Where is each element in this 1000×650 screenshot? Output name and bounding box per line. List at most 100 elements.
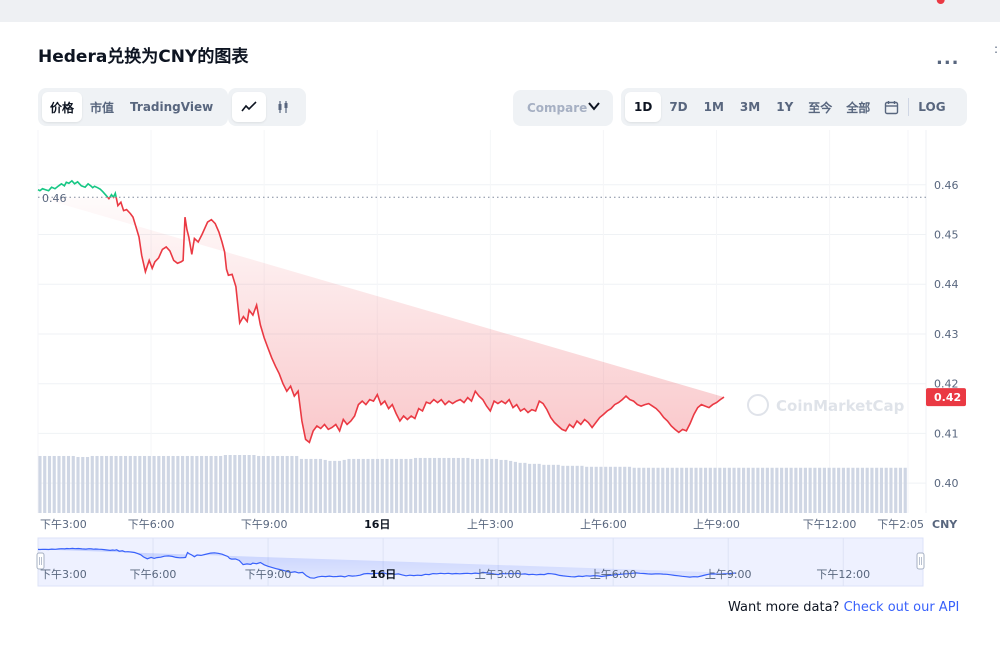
volume-bar xyxy=(575,465,579,513)
volume-bar xyxy=(447,457,451,513)
current-price-label: 0.42 xyxy=(934,391,961,404)
volume-bar xyxy=(413,457,418,513)
volume-bar xyxy=(157,455,161,513)
y-tick-label: 0.40 xyxy=(934,477,959,490)
volume-bar xyxy=(114,455,118,513)
volume-bar xyxy=(123,455,128,513)
volume-bar xyxy=(618,466,622,513)
volume-bar xyxy=(219,455,223,513)
volume-bar xyxy=(371,458,375,513)
volume-bar xyxy=(528,463,532,513)
api-link[interactable]: Check out our API xyxy=(844,600,960,615)
volume-bar xyxy=(257,455,261,513)
volume-bar xyxy=(865,467,869,513)
volume-bar xyxy=(271,455,275,513)
volume-bar xyxy=(860,467,865,513)
volume-bar xyxy=(309,458,313,513)
volume-bar xyxy=(347,458,351,513)
volume-bar xyxy=(594,466,598,513)
volume-bar xyxy=(756,467,760,513)
volume-bar xyxy=(780,467,784,513)
volume-bar xyxy=(684,467,689,513)
volume-bar xyxy=(632,467,636,513)
volume-bar xyxy=(295,455,299,513)
volume-bar xyxy=(128,455,132,513)
volume-bar xyxy=(361,458,365,513)
navigator-tick-label: 16日 xyxy=(370,568,396,581)
y-tick-label: 0.43 xyxy=(934,328,959,341)
navigator-tick-label: 上午6:00 xyxy=(590,568,637,581)
volume-bar xyxy=(356,458,361,513)
volume-bar xyxy=(47,455,52,513)
navigator-tick-label: 上午3:00 xyxy=(475,568,522,581)
navigator[interactable]: 下午3:00 下午6:00 下午9:00 16日 上午3:00 上午6:00 上午9:00 下… xyxy=(36,537,925,587)
volume-bar xyxy=(76,456,80,513)
volume-bar xyxy=(822,467,826,513)
volume-bar xyxy=(394,458,399,513)
volume-bar xyxy=(580,465,584,513)
volume-bar xyxy=(722,467,727,513)
footer-text: Want more data? xyxy=(728,600,840,615)
volume-bar xyxy=(432,457,437,513)
volume-bar xyxy=(490,458,494,513)
x-tick-label: 下午12:00 xyxy=(803,518,857,531)
volume-bar xyxy=(870,467,874,513)
x-tick-label: 上午9:00 xyxy=(693,518,740,531)
volume-bar xyxy=(81,456,85,513)
x-tick-label: 下午9:00 xyxy=(241,518,288,531)
volume-bar xyxy=(71,455,75,513)
volume-bar xyxy=(875,467,879,513)
watermark-text: CoinMarketCap xyxy=(776,397,905,415)
volume-bar xyxy=(209,455,213,513)
volume-bar xyxy=(794,467,798,513)
navigator-handle-left[interactable] xyxy=(36,552,45,570)
volume-bar xyxy=(761,467,765,513)
volume-bar xyxy=(694,467,698,513)
navigator-tick-label: 下午12:00 xyxy=(816,568,870,581)
volume-bar xyxy=(342,459,346,513)
x-tick-label: 16日 xyxy=(364,518,390,531)
volume-bar xyxy=(656,467,660,513)
volume-bar xyxy=(799,467,803,513)
volume-bar xyxy=(856,467,860,513)
volume-bar xyxy=(43,455,47,513)
volume-bar xyxy=(242,455,246,513)
price-chart[interactable]: 0.400.410.420.430.440.450.460.460.42 下午3… xyxy=(0,0,1000,650)
volume-bar xyxy=(851,467,855,513)
volume-bar xyxy=(613,466,617,513)
volume-bar xyxy=(599,466,603,513)
volume-bar xyxy=(903,467,907,513)
volume-bar xyxy=(238,455,242,513)
volume-bar xyxy=(642,467,646,513)
volume-bar xyxy=(190,455,194,513)
volume-bar xyxy=(418,457,422,513)
volume-bar xyxy=(803,467,807,513)
volume-bar xyxy=(290,455,294,513)
volume-bar xyxy=(62,455,66,513)
volume-bar xyxy=(604,466,608,513)
volume-bar xyxy=(832,467,836,513)
volume-bar xyxy=(746,467,750,513)
navigator-tick-label: 下午3:00 xyxy=(40,568,87,581)
volume-bar xyxy=(494,458,498,513)
volume-bar xyxy=(689,467,693,513)
volume-bar xyxy=(133,455,137,513)
volume-bar xyxy=(95,455,99,513)
volume-bar xyxy=(556,464,560,513)
volume-bar xyxy=(699,467,703,513)
currency-label: CNY xyxy=(932,518,958,531)
volume-bar xyxy=(566,465,570,513)
volume-bar xyxy=(375,458,380,513)
volume-bar xyxy=(765,467,769,513)
volume-bar xyxy=(532,463,536,513)
volume-bar xyxy=(485,458,489,513)
volume-bar xyxy=(52,455,56,513)
volume-bar xyxy=(147,455,151,513)
volume-bar xyxy=(90,455,94,513)
volume-bar xyxy=(680,467,684,513)
volume-bar xyxy=(352,458,356,513)
navigator-handle-right[interactable] xyxy=(916,552,925,570)
volume-bar xyxy=(285,455,289,513)
volume-bar xyxy=(385,458,389,513)
volume-bar xyxy=(718,467,722,513)
